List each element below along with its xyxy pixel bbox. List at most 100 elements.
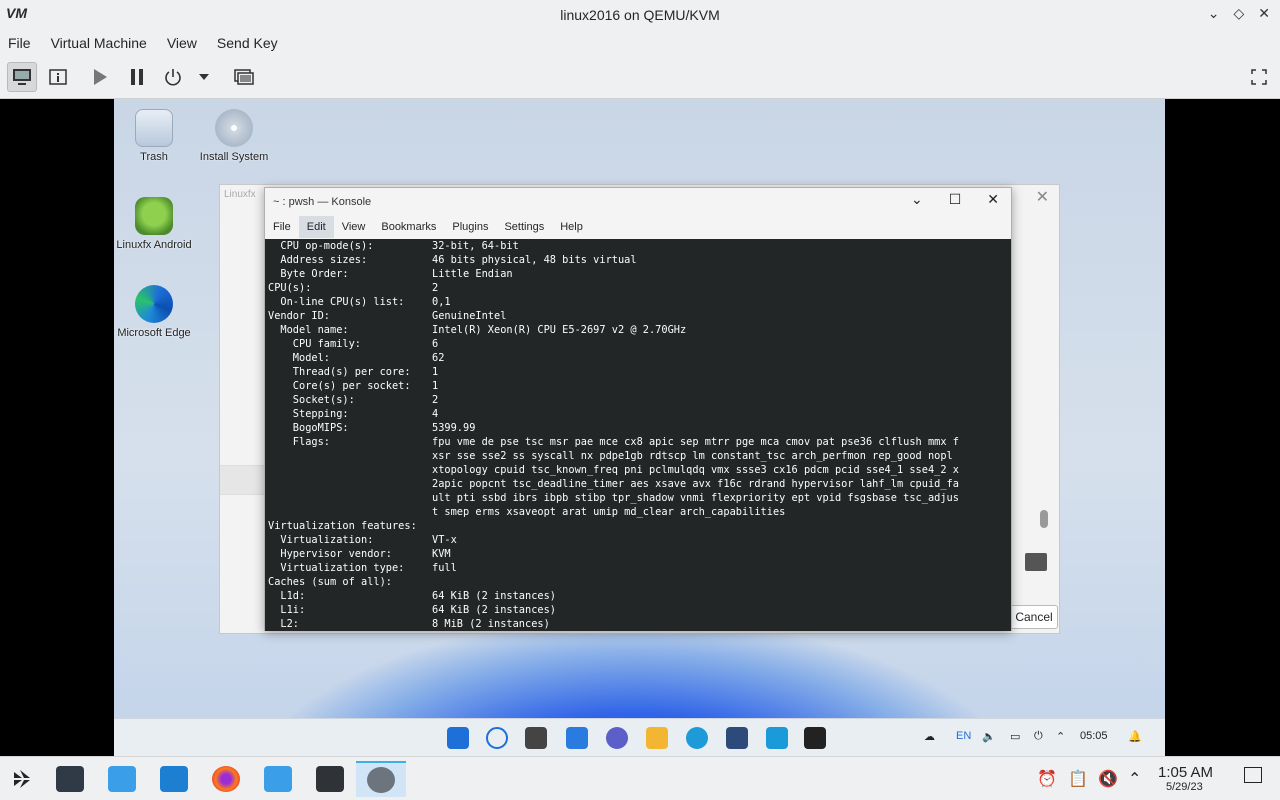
volume-muted-icon[interactable]: 🔇: [1098, 769, 1118, 789]
search-icon[interactable]: [486, 727, 508, 749]
alarm-icon[interactable]: ⏰: [1037, 769, 1057, 789]
cloud-icon[interactable]: ☁: [924, 730, 935, 743]
language-indicator[interactable]: EN: [956, 730, 971, 742]
terminal-line: ult pti ssbd ibrs ibpb stibp tpr_shadow …: [268, 491, 1011, 505]
guest-clock[interactable]: 05:05: [1080, 730, 1108, 742]
konsole-menu-settings[interactable]: Settings: [496, 216, 552, 238]
terminal-output[interactable]: CPU op-mode(s): 32-bit, 64-bit Address si…: [265, 239, 1011, 631]
host-titlebar: VM linux2016 on QEMU/KVM ⌄ ◇ ✕: [0, 0, 1280, 30]
desktop-icon-trash[interactable]: Trash: [114, 109, 194, 163]
konsole-window[interactable]: ~ : pwsh — Konsole ⌄ ☐ ✕ File Edit View …: [264, 187, 1012, 631]
console-view-button[interactable]: [7, 62, 37, 92]
menu-view[interactable]: View: [167, 35, 197, 51]
clipboard-icon[interactable]: ▭: [1010, 730, 1020, 743]
shutdown-button[interactable]: [158, 62, 188, 92]
terminal-value: KVM: [432, 548, 451, 560]
widgets-icon[interactable]: [566, 727, 588, 749]
details-view-button[interactable]: [43, 62, 73, 92]
close-icon[interactable]: ✕: [1036, 187, 1049, 207]
terminal-value: xsr sse sse2 ss syscall nx pdpe1gb rdtsc…: [432, 450, 953, 462]
konsole-title: ~ : pwsh — Konsole: [273, 195, 372, 208]
guest-desktop[interactable]: Trash Install System Linuxfx Android Mic…: [114, 99, 1165, 756]
chevron-up-icon[interactable]: ⌃: [1128, 769, 1141, 789]
terminal-key: Byte Order:: [268, 268, 349, 280]
konsole-menu-file[interactable]: File: [265, 216, 299, 238]
task-filemanager[interactable]: [260, 761, 296, 797]
run-button[interactable]: [85, 62, 115, 92]
cancel-button[interactable]: Cancel: [1010, 605, 1058, 629]
host-clock-date[interactable]: 5/29/23: [1166, 781, 1203, 793]
notification-icon[interactable]: 🔔: [1128, 730, 1142, 743]
terminal-line: xsr sse sse2 ss syscall nx pdpe1gb rdtsc…: [268, 449, 1011, 463]
desktop-icon-microsoft-edge[interactable]: Microsoft Edge: [114, 285, 194, 339]
fullscreen-icon: [1251, 69, 1267, 85]
terminal-icon: [316, 766, 344, 792]
desktop-icon-linuxfx-android[interactable]: Linuxfx Android: [114, 197, 194, 251]
terminal-value: 2apic popcnt tsc_deadline_timer aes xsav…: [432, 478, 959, 490]
terminal-icon[interactable]: [1025, 553, 1047, 571]
task-view-icon[interactable]: [525, 727, 547, 749]
konsole-menu-edit[interactable]: Edit: [298, 216, 334, 238]
chat-icon[interactable]: [606, 727, 628, 749]
terminal-icon[interactable]: [804, 727, 826, 749]
task-discover[interactable]: [104, 761, 140, 797]
snapshots-button[interactable]: [229, 62, 259, 92]
clipboard-icon[interactable]: 📋: [1068, 769, 1088, 789]
terminal-line: CPU(s): 2: [268, 281, 1011, 295]
chevron-up-icon[interactable]: ⌃: [1056, 730, 1065, 743]
file-explorer-icon[interactable]: [646, 727, 668, 749]
power-icon: [165, 69, 181, 86]
edge-icon[interactable]: [686, 727, 708, 749]
disc-icon: [215, 109, 253, 147]
fullscreen-button[interactable]: [1244, 62, 1274, 92]
terminal-line: Thread(s) per core: 1: [268, 365, 1011, 379]
terminal-line: BogoMIPS: 5399.99: [268, 421, 1011, 435]
store-icon[interactable]: [766, 727, 788, 749]
konsole-menu-plugins[interactable]: Plugins: [444, 216, 496, 238]
show-desktop-icon[interactable]: [1244, 767, 1262, 783]
terminal-key: L2:: [268, 618, 299, 630]
terminal-key: Address sizes:: [268, 254, 368, 266]
terminal-value: 0,1: [432, 296, 451, 308]
terminal-value: 64 KiB (2 instances): [432, 604, 556, 616]
application-launcher[interactable]: [4, 761, 40, 797]
minimize-icon[interactable]: ⌄: [1208, 5, 1220, 22]
close-icon[interactable]: ✕: [987, 191, 999, 208]
task-settings[interactable]: [52, 761, 88, 797]
desktop-icon-install-system[interactable]: Install System: [194, 109, 274, 163]
scrollbar-handle[interactable]: [1040, 510, 1048, 528]
minimize-icon[interactable]: ⌄: [911, 191, 923, 208]
konsole-menu-bookmarks[interactable]: Bookmarks: [373, 216, 444, 238]
terminal-line: xtopology cpuid tsc_known_freq pni pclmu…: [268, 463, 1011, 477]
task-terminal[interactable]: [312, 761, 348, 797]
terminal-line: Hypervisor vendor: KVM: [268, 547, 1011, 561]
terminal-line: Flags: fpu vme de pse tsc msr pae mce cx8…: [268, 435, 1011, 449]
konsole-menu-view[interactable]: View: [334, 216, 374, 238]
start-icon[interactable]: [447, 727, 469, 749]
task-virt-manager[interactable]: [356, 761, 406, 797]
shutdown-menu-button[interactable]: [190, 62, 218, 92]
task-firefox[interactable]: [208, 761, 244, 797]
pause-icon: [131, 69, 143, 85]
menu-virtual-machine[interactable]: Virtual Machine: [51, 35, 147, 51]
menu-send-key[interactable]: Send Key: [217, 35, 278, 51]
maximize-icon[interactable]: ☐: [949, 191, 962, 208]
vm-display[interactable]: Trash Install System Linuxfx Android Mic…: [0, 99, 1280, 756]
terminal-value: full: [432, 562, 457, 574]
terminal-line: On-line CPU(s) list: 0,1: [268, 295, 1011, 309]
terminal-key: Hypervisor vendor:: [268, 548, 392, 560]
terminal-line: 2apic popcnt tsc_deadline_timer aes xsav…: [268, 477, 1011, 491]
konsole-titlebar: ~ : pwsh — Konsole ⌄ ☐ ✕: [265, 188, 1011, 215]
konsole-menu-help[interactable]: Help: [552, 216, 591, 238]
virt-manager-logo-icon: VM: [6, 5, 27, 21]
power-icon[interactable]: ⏻: [1034, 730, 1043, 743]
menu-file[interactable]: File: [8, 35, 31, 51]
close-icon[interactable]: ✕: [1258, 5, 1270, 22]
maximize-icon[interactable]: ◇: [1233, 5, 1244, 22]
pause-button[interactable]: [122, 62, 152, 92]
task-files[interactable]: [156, 761, 192, 797]
terminal-key: L1i:: [268, 604, 306, 616]
volume-icon[interactable]: 🔈: [982, 730, 996, 743]
app-icon[interactable]: [726, 727, 748, 749]
host-clock-time[interactable]: 1:05 AM: [1158, 764, 1213, 781]
